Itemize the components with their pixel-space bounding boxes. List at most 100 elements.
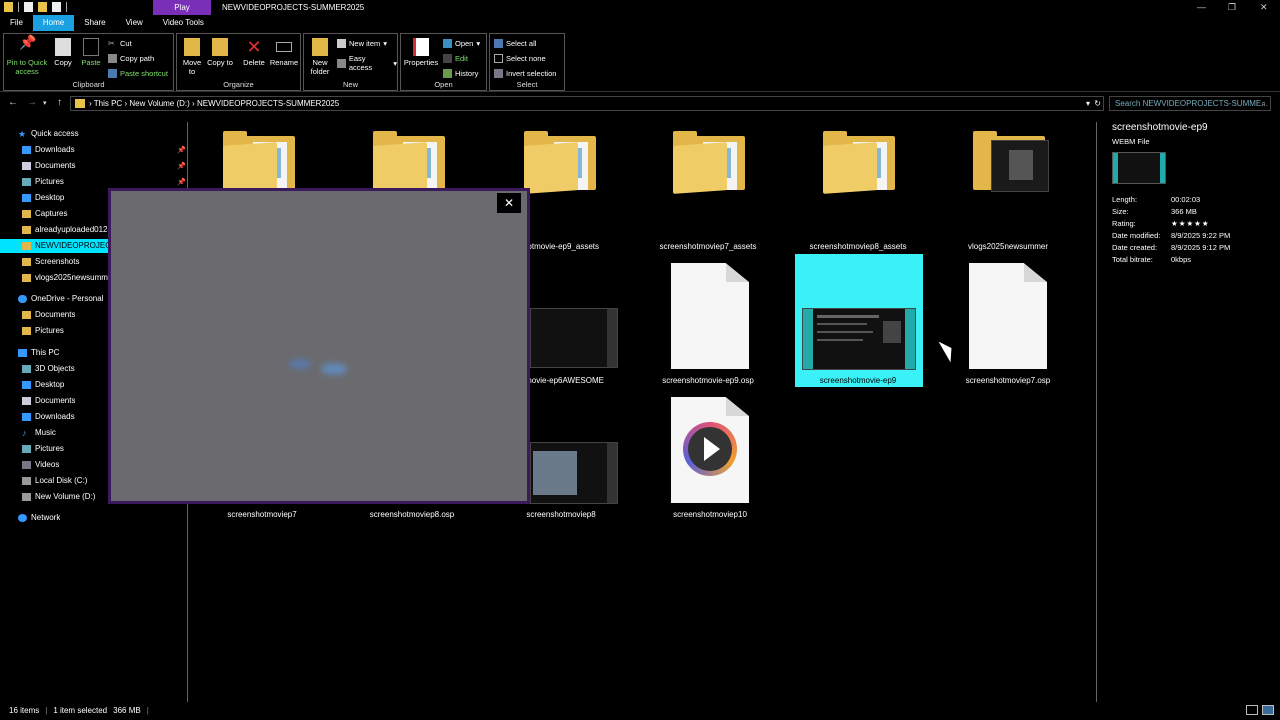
rating-stars[interactable]: ★★★★★	[1171, 218, 1210, 230]
nav-music[interactable]: ♪ Music	[22, 426, 56, 440]
details-thumbnail	[1112, 152, 1166, 184]
copy-button[interactable]: Copy	[51, 38, 75, 67]
back-icon[interactable]: ←	[8, 97, 18, 108]
media-file-item[interactable]: screenshotmoviep10	[647, 396, 773, 522]
nav-label: Quick access	[31, 129, 79, 138]
cut-label: Cut	[120, 39, 132, 48]
paste-button[interactable]: Paste	[78, 38, 104, 67]
paste-label: Paste	[81, 58, 101, 67]
select-none-button[interactable]: Select none	[494, 54, 546, 63]
nav-network[interactable]: Network	[18, 511, 60, 525]
details-view-icon[interactable]	[1246, 705, 1258, 715]
video-file-item-selected[interactable]: screenshotmovie-ep9	[795, 262, 921, 388]
breadcrumb-new-volume[interactable]: New Volume (D:)	[129, 99, 189, 108]
nav-pc-downloads[interactable]: Downloads	[22, 410, 75, 424]
pin-icon[interactable]: 📌	[177, 146, 186, 154]
nav-new-volume[interactable]: New Volume (D:)	[22, 490, 95, 504]
nav-this-pc[interactable]: This PC	[18, 346, 59, 360]
nav-downloads[interactable]: Downloads	[22, 143, 162, 157]
new-folder-icon[interactable]	[38, 2, 47, 12]
nav-onedrive[interactable]: OneDrive - Personal	[18, 292, 103, 306]
tab-home[interactable]: Home	[32, 15, 75, 31]
folder-icon	[22, 327, 31, 335]
nav-quick-access[interactable]: ★ Quick access	[18, 127, 79, 141]
invert-selection-button[interactable]: Invert selection	[494, 69, 556, 78]
refresh-icon[interactable]: ↻	[1094, 97, 1101, 110]
nav-label: Local Disk (C:)	[35, 476, 88, 485]
forward-icon[interactable]: →	[27, 97, 37, 108]
nav-pc-desktop[interactable]: Desktop	[22, 378, 64, 392]
osp-file-item[interactable]: screenshotmovie-ep9.osp	[645, 262, 771, 388]
new-item-button[interactable]: New item ▾	[337, 39, 387, 48]
properties-button[interactable]: Properties	[403, 38, 439, 67]
maximize-icon[interactable]: ❐	[1228, 2, 1236, 13]
folder-icon[interactable]	[4, 2, 13, 12]
up-icon[interactable]: ↑	[57, 97, 62, 108]
address-bar[interactable]: › This PC › New Volume (D:) › NEWVIDEOPR…	[70, 96, 1104, 111]
customize-icon[interactable]	[52, 2, 61, 12]
details-file-name: screenshotmovie-ep9	[1112, 122, 1208, 133]
nav-videos[interactable]: Videos	[22, 458, 59, 472]
open-button[interactable]: Open ▾	[443, 39, 480, 48]
nav-documents[interactable]: Documents	[22, 159, 162, 173]
nav-pc-documents[interactable]: Documents	[22, 394, 75, 408]
video-preview-window[interactable]: ✕	[108, 188, 530, 504]
delete-button[interactable]: ✕ Delete	[239, 38, 269, 67]
nav-local-disk[interactable]: Local Disk (C:)	[22, 474, 87, 488]
nav-screenshots[interactable]: Screenshots	[22, 255, 108, 269]
pin-button[interactable]: 📌 Pin to Quick access	[5, 35, 49, 76]
rename-icon	[276, 42, 292, 52]
nav-alreadyuploaded[interactable]: alreadyuploaded0128	[22, 223, 108, 237]
new-folder-button[interactable]: New folder	[306, 38, 334, 76]
large-icons-view-icon[interactable]	[1262, 705, 1274, 715]
edit-button[interactable]: Edit	[443, 54, 468, 63]
tab-play[interactable]: Play	[153, 0, 211, 15]
close-icon[interactable]: ✕	[1260, 2, 1268, 13]
nav-pictures[interactable]: Pictures	[22, 175, 162, 189]
search-input[interactable]: Search NEWVIDEOPROJECTS-SUMME... ⌕	[1109, 96, 1271, 111]
paste-shortcut-button[interactable]: Paste shortcut	[108, 69, 168, 78]
nav-newvideoprojects[interactable]: NEWVIDEOPROJECTS	[0, 239, 108, 253]
computer-icon	[18, 349, 27, 357]
nav-captures[interactable]: Captures	[22, 207, 108, 221]
easy-access-button[interactable]: Easy access ▾	[337, 54, 397, 72]
nav-3d-objects[interactable]: 3D Objects	[22, 362, 75, 376]
pane-divider[interactable]	[1096, 122, 1097, 702]
tab-file[interactable]: File	[0, 15, 33, 31]
folder-item[interactable]: screenshotmoviep8_assets	[795, 128, 921, 254]
file-name: screenshotmoviep8_assets	[809, 242, 907, 251]
nav-pc-pictures[interactable]: Pictures	[22, 442, 64, 456]
video-thumbnail-icon	[802, 308, 916, 370]
history-button[interactable]: History	[443, 69, 478, 78]
cut-button[interactable]: ✂ Cut	[108, 39, 132, 48]
folder-item[interactable]: vlogs2025newsummer	[945, 128, 1071, 254]
breadcrumb-current-folder[interactable]: NEWVIDEOPROJECTS-SUMMER2025	[197, 99, 339, 108]
copy-to-button[interactable]: Copy to	[207, 38, 233, 67]
rename-button[interactable]: Rename	[269, 38, 299, 67]
tab-share[interactable]: Share	[74, 15, 115, 31]
pin-icon[interactable]: 📌	[177, 178, 186, 186]
folder-item[interactable]: screenshotmoviep7_assets	[645, 128, 771, 254]
move-to-button[interactable]: Move to	[179, 38, 205, 76]
breadcrumb-this-pc[interactable]: This PC	[94, 99, 122, 108]
property-value: 00:02:03	[1171, 195, 1201, 204]
close-preview-button[interactable]: ✕	[497, 193, 521, 213]
nav-label: Desktop	[35, 380, 65, 389]
minimize-icon[interactable]: —	[1197, 2, 1206, 12]
nav-od-documents[interactable]: Documents	[22, 308, 75, 322]
recent-locations-icon[interactable]: ▾	[43, 99, 47, 107]
copy-path-button[interactable]: Copy path	[108, 54, 154, 63]
nav-od-pictures[interactable]: Pictures	[22, 324, 64, 338]
tab-view[interactable]: View	[116, 15, 153, 31]
chevron-down-icon[interactable]: ▾	[1086, 97, 1090, 110]
select-all-button[interactable]: Select all	[494, 39, 536, 48]
tab-video-tools[interactable]: Video Tools	[153, 15, 214, 31]
download-icon	[22, 413, 31, 421]
nav-vlogs2025[interactable]: vlogs2025newsumm	[22, 271, 108, 285]
nav-desktop[interactable]: Desktop	[22, 191, 108, 205]
properties-icon[interactable]	[24, 2, 33, 12]
pin-icon[interactable]: 📌	[177, 162, 186, 170]
video-thumbnail-icon	[530, 442, 618, 504]
chevron-down-icon: ▾	[476, 39, 481, 48]
osp-file-item[interactable]: screenshotmoviep7.osp	[945, 262, 1071, 388]
